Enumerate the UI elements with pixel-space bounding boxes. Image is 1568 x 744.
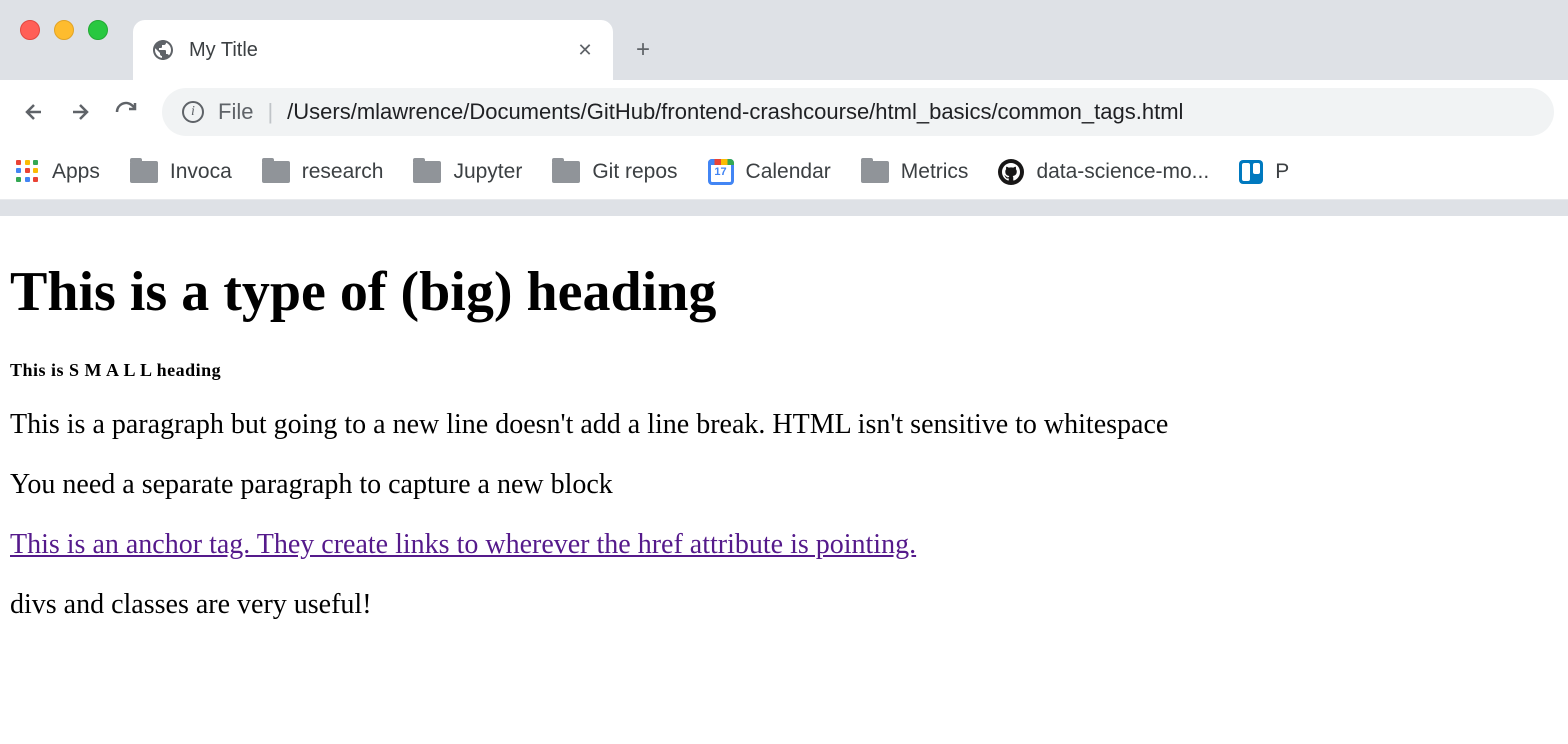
bookmark-git-repos[interactable]: Git repos xyxy=(552,160,677,184)
bookmark-label: Git repos xyxy=(592,160,677,184)
tab-bar: My Title ✕ + xyxy=(0,0,1568,80)
back-button[interactable] xyxy=(14,92,54,132)
folder-icon xyxy=(861,161,889,183)
bookmark-apps[interactable]: Apps xyxy=(16,160,100,184)
maximize-window-button[interactable] xyxy=(88,20,108,40)
div-text: divs and classes are very useful! xyxy=(10,589,1558,621)
info-icon[interactable]: i xyxy=(182,101,204,123)
bookmark-label: Apps xyxy=(52,160,100,184)
forward-button[interactable] xyxy=(60,92,100,132)
bookmark-research[interactable]: research xyxy=(262,160,384,184)
close-window-button[interactable] xyxy=(20,20,40,40)
bookmark-label: Calendar xyxy=(746,160,831,184)
apps-icon xyxy=(16,160,40,184)
url-path: /Users/mlawrence/Documents/GitHub/fronte… xyxy=(287,99,1183,125)
bookmark-invoca[interactable]: Invoca xyxy=(130,160,232,184)
anchor-link[interactable]: This is an anchor tag. They create links… xyxy=(10,529,916,560)
address-bar[interactable]: i File | /Users/mlawrence/Documents/GitH… xyxy=(162,88,1554,136)
bookmark-label: Jupyter xyxy=(453,160,522,184)
bookmark-label: P xyxy=(1275,160,1289,184)
page-heading-h6: This is S M A L L heading xyxy=(10,360,1558,381)
bookmark-trello[interactable]: P xyxy=(1239,160,1289,184)
folder-icon xyxy=(552,161,580,183)
bookmarks-bar: Apps Invoca research Jupyter Git repos 1… xyxy=(0,144,1568,200)
trello-icon xyxy=(1239,160,1263,184)
browser-tab[interactable]: My Title ✕ xyxy=(133,20,613,80)
bookmark-label: data-science-mo... xyxy=(1036,160,1209,184)
minimize-window-button[interactable] xyxy=(54,20,74,40)
new-tab-button[interactable]: + xyxy=(623,30,663,70)
bookmark-label: Invoca xyxy=(170,160,232,184)
folder-icon xyxy=(413,161,441,183)
close-tab-button[interactable]: ✕ xyxy=(575,40,595,60)
folder-icon xyxy=(262,161,290,183)
window-controls xyxy=(10,20,128,60)
reload-button[interactable] xyxy=(106,92,146,132)
page-heading-h1: This is a type of (big) heading xyxy=(10,260,1558,324)
url-separator: | xyxy=(267,99,273,125)
page-content: This is a type of (big) heading This is … xyxy=(0,216,1568,665)
browser-toolbar: i File | /Users/mlawrence/Documents/GitH… xyxy=(0,80,1568,144)
github-icon xyxy=(998,159,1024,185)
calendar-icon: 17 xyxy=(708,159,734,185)
paragraph-1: This is a paragraph but going to a new l… xyxy=(10,409,1558,441)
anchor-paragraph: This is an anchor tag. They create links… xyxy=(10,529,1558,561)
url-scheme: File xyxy=(218,99,253,125)
globe-icon xyxy=(151,38,175,62)
bookmark-data-science[interactable]: data-science-mo... xyxy=(998,159,1209,185)
bookmark-metrics[interactable]: Metrics xyxy=(861,160,969,184)
folder-icon xyxy=(130,161,158,183)
tab-title: My Title xyxy=(189,39,561,62)
bookmark-label: research xyxy=(302,160,384,184)
paragraph-2: You need a separate paragraph to capture… xyxy=(10,469,1558,501)
bookmark-calendar[interactable]: 17 Calendar xyxy=(708,159,831,185)
bookmark-label: Metrics xyxy=(901,160,969,184)
browser-chrome: My Title ✕ + i File | /Users/mlawrence/D… xyxy=(0,0,1568,216)
bookmark-jupyter[interactable]: Jupyter xyxy=(413,160,522,184)
